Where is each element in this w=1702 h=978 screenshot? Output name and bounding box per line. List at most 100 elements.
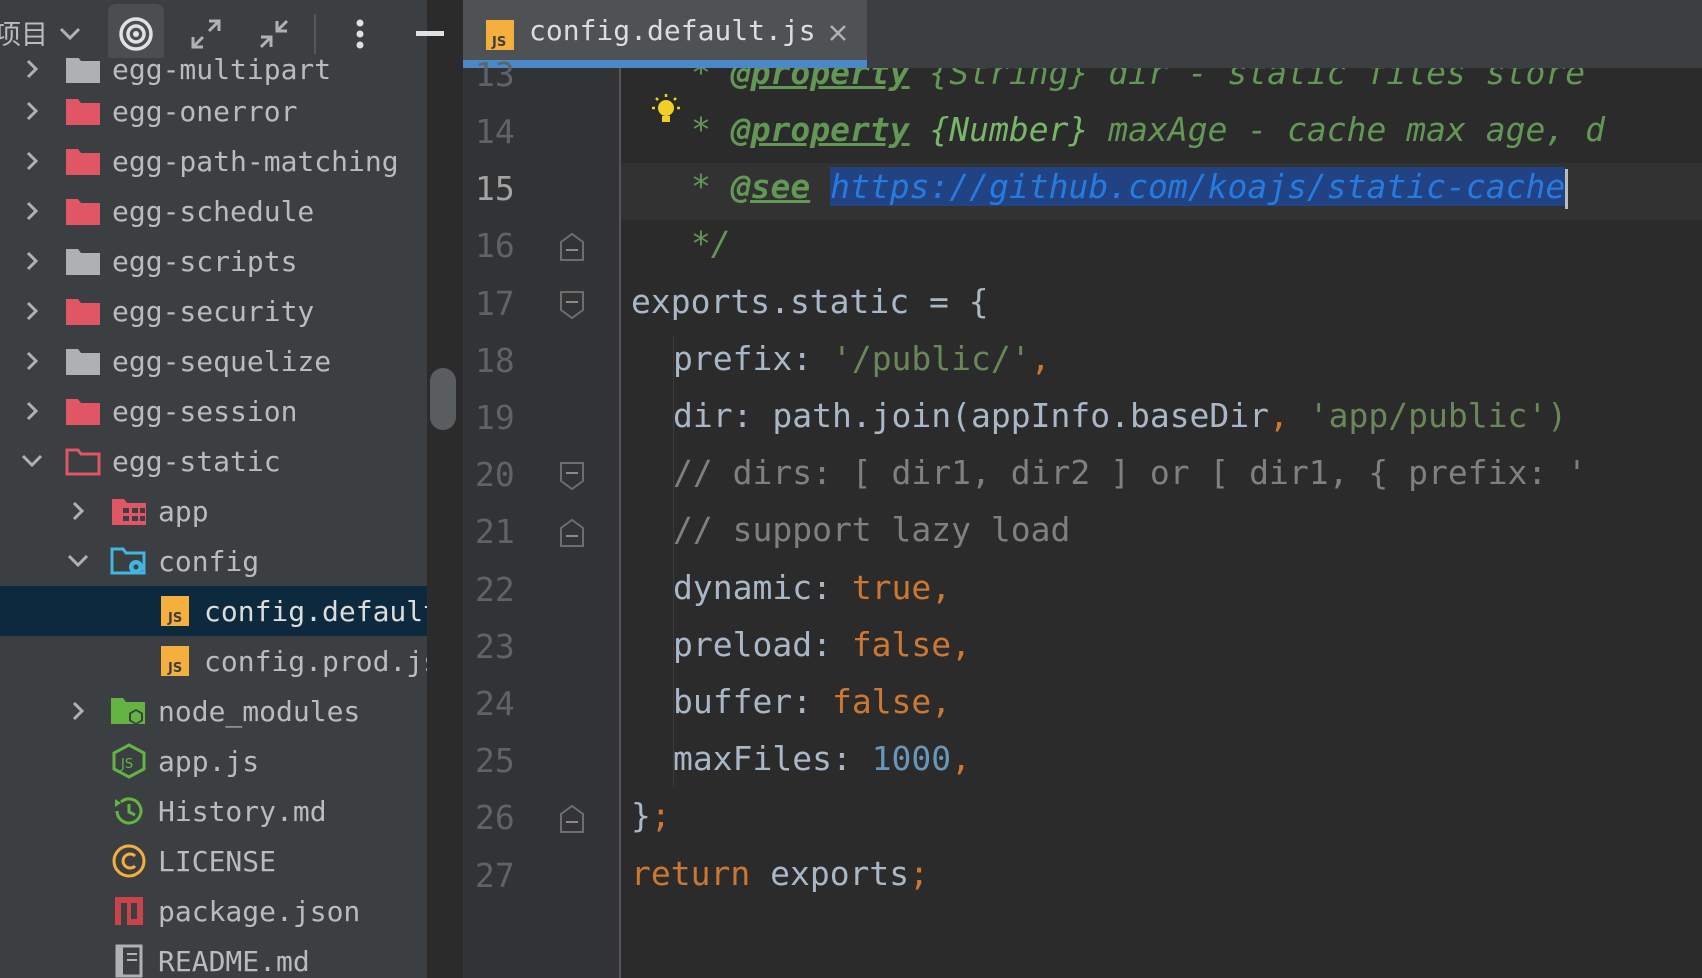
line-number: 21: [475, 512, 515, 552]
tree-item-label: app: [158, 494, 209, 528]
lightbulb-intention-icon[interactable]: [648, 92, 684, 132]
more-vertical-icon[interactable]: [340, 14, 380, 54]
tree-item-egg-session[interactable]: egg-session: [0, 386, 427, 436]
chevron-right-icon[interactable]: [18, 397, 46, 425]
code-token: {Number}: [929, 110, 1089, 149]
line-number: 18: [475, 340, 515, 380]
minimize-icon[interactable]: [410, 14, 450, 54]
code-line[interactable]: exports.static = {: [631, 282, 989, 321]
code-line[interactable]: dynamic: true,: [673, 568, 951, 607]
tree-item-label: egg-security: [112, 294, 315, 328]
code-token: // dirs: [ dir1, dir2 ] or [ dir1, { pre…: [673, 453, 1587, 493]
tree-item-config-default-js[interactable]: JS config.default.js: [0, 586, 427, 636]
code-token: // support lazy load: [673, 510, 1071, 550]
tree-item-label: egg-scripts: [112, 244, 298, 278]
fold-end-icon[interactable]: [559, 518, 585, 548]
tree-item-config[interactable]: config: [0, 536, 427, 586]
code-token: false,: [851, 624, 972, 664]
svg-text:JS: JS: [491, 35, 506, 50]
folder-icon: [64, 244, 102, 278]
code-area[interactable]: * @property {String} dir - static files …: [621, 68, 1702, 978]
fold-end-icon[interactable]: [559, 232, 585, 262]
fold-start-icon[interactable]: [559, 290, 585, 320]
line-number: 14: [475, 112, 515, 151]
code-line[interactable]: buffer: false,: [673, 682, 951, 721]
code-line[interactable]: maxFiles: 1000,: [673, 739, 971, 778]
js-file-icon: JS: [156, 594, 194, 628]
tree-item-label: egg-schedule: [112, 194, 315, 228]
tree-item-package-json[interactable]: package.json: [0, 886, 427, 936]
code-line[interactable]: // support lazy load: [673, 510, 1070, 549]
tree-item-egg-sequelize[interactable]: egg-sequelize: [0, 336, 427, 386]
chevron-right-icon[interactable]: [18, 147, 46, 175]
svg-text:JS: JS: [120, 757, 133, 772]
tree-item-egg-path-matching[interactable]: egg-path-matching: [0, 136, 427, 186]
code-line[interactable]: * @see https://github.com/koajs/static-c…: [691, 167, 1569, 209]
tree-item-readme-md[interactable]: README.md: [0, 936, 427, 978]
project-view-label[interactable]: 项目: [0, 12, 48, 52]
chevron-right-icon[interactable]: [64, 497, 92, 525]
tree-item-app-js[interactable]: JS app.js: [0, 736, 427, 786]
tree-item-egg-onerror[interactable]: egg-onerror: [0, 86, 427, 136]
tab-label: config.default.js: [529, 14, 816, 47]
code-token: prefix:: [673, 338, 832, 378]
code-line[interactable]: * @property {Number} maxAge - cache max …: [691, 110, 1605, 149]
code-line[interactable]: */: [691, 224, 731, 263]
nodejs-icon: JS: [110, 743, 148, 779]
doc-link[interactable]: https://github.com/koajs/static-cache: [830, 167, 1566, 207]
code-line[interactable]: preload: false,: [673, 625, 971, 664]
tree-item-label: History.md: [158, 794, 327, 828]
code-token: }: [631, 796, 651, 836]
code-token: @property: [730, 110, 910, 149]
chevron-down-icon[interactable]: [52, 14, 88, 54]
chevron-right-icon[interactable]: [18, 247, 46, 275]
fold-end-icon[interactable]: [559, 804, 585, 834]
chevron-right-icon[interactable]: [18, 58, 46, 83]
expand-all-icon[interactable]: [184, 14, 228, 54]
code-token: '/public/': [831, 338, 1031, 378]
code-token: ;: [909, 853, 930, 893]
tree-item-config-prod-js[interactable]: JS config.prod.js: [0, 636, 427, 686]
tree-item-node-modules[interactable]: node_modules: [0, 686, 427, 736]
tree-item-label: package.json: [158, 894, 361, 928]
code-line[interactable]: // dirs: [ dir1, dir2 ] or [ dir1, { pre…: [673, 453, 1587, 492]
tree-item-egg-security[interactable]: egg-security: [0, 286, 427, 336]
tree-item-label: config.default.js: [204, 594, 427, 628]
target-icon[interactable]: [108, 4, 164, 64]
code-line[interactable]: prefix: '/public/',: [673, 339, 1051, 378]
chevron-right-icon[interactable]: [18, 97, 46, 125]
tree-item-app[interactable]: app: [0, 486, 427, 536]
close-icon[interactable]: [825, 20, 851, 46]
code-line[interactable]: dir: path.join(appInfo.baseDir, 'app/pub…: [673, 396, 1567, 435]
code-token: maxFiles:: [673, 739, 872, 779]
line-number: 26: [475, 798, 515, 838]
project-tree: egg-multipart egg-onerror egg-path-match…: [0, 58, 427, 978]
folder-icon: [64, 344, 102, 378]
tree-item-label: LICENSE: [158, 844, 277, 878]
code-line[interactable]: };: [631, 796, 671, 835]
tree-item-egg-schedule[interactable]: egg-schedule: [0, 186, 427, 236]
fold-start-icon[interactable]: [559, 461, 585, 491]
tree-item-history-md[interactable]: History.md: [0, 786, 427, 836]
chevron-right-icon[interactable]: [18, 347, 46, 375]
js-file-icon: JS: [156, 644, 194, 678]
chevron-right-icon[interactable]: [64, 697, 92, 725]
tree-item-egg-scripts[interactable]: egg-scripts: [0, 236, 427, 286]
tree-item-license[interactable]: LICENSE: [0, 836, 427, 886]
chevron-right-icon[interactable]: [18, 197, 46, 225]
tree-scrollbar-thumb[interactable]: [430, 368, 456, 430]
tree-item-label: egg-multipart: [112, 58, 332, 86]
tree-item-label: app.js: [158, 744, 260, 778]
code-line[interactable]: return exports;: [631, 854, 929, 893]
chevron-down-icon[interactable]: [64, 547, 92, 575]
tree-item-egg-static[interactable]: egg-static: [0, 436, 427, 486]
chevron-right-icon[interactable]: [18, 297, 46, 325]
copyright-icon: [110, 844, 148, 878]
chevron-down-icon[interactable]: [18, 447, 46, 475]
folder-icon: [64, 58, 102, 86]
line-number: 13: [475, 54, 515, 94]
collapse-all-icon[interactable]: [252, 14, 296, 54]
code-line[interactable]: * @property {String} dir - static files …: [691, 68, 1585, 92]
